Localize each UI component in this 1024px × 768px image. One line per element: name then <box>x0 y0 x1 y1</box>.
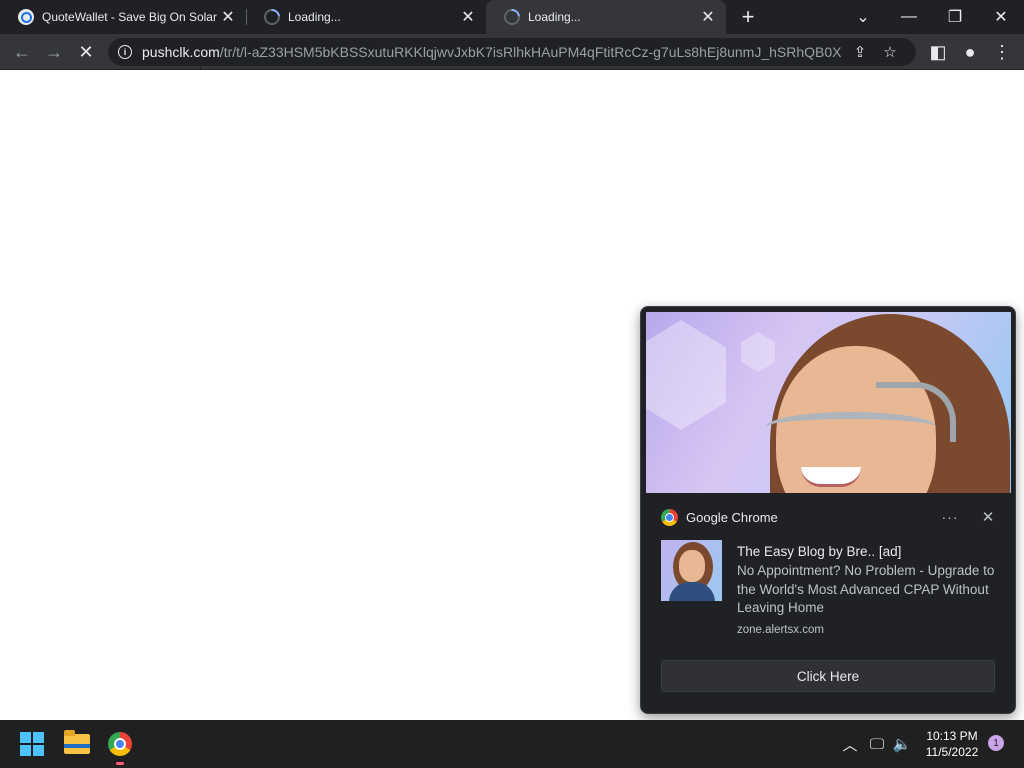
notification-close-icon[interactable]: ✕ <box>975 508 1001 526</box>
notification-app-name: Google Chrome <box>686 509 778 525</box>
hero-hexagon-small <box>741 332 775 372</box>
notification-header: Google Chrome ··· ✕ <box>661 507 1001 527</box>
hero-hexagon <box>646 320 726 430</box>
restore-button[interactable]: ❐ <box>932 0 978 34</box>
share-icon[interactable]: ⇪ <box>848 40 872 64</box>
loading-spinner-icon <box>260 5 284 29</box>
folder-icon <box>64 730 90 754</box>
notification-text[interactable]: The Easy Blog by Bre.. [ad] No Appointme… <box>737 543 1003 636</box>
quotewallet-favicon-icon <box>18 9 34 25</box>
minimize-button[interactable]: — <box>886 0 932 34</box>
url-text[interactable]: pushclk.com/tr/t/l-aZ33HSM5bKBSSxutuRKKl… <box>142 44 842 60</box>
menu-dots-icon[interactable]: ⋮ <box>988 38 1016 66</box>
file-explorer-button[interactable] <box>61 728 93 760</box>
tab-title: Loading... <box>528 10 581 24</box>
tab-strip: QuoteWallet - Save Big On Solar ✕ Loadin… <box>0 0 1024 34</box>
bookmark-star-icon[interactable]: ☆ <box>878 40 902 64</box>
notification-source: zone.alertsx.com <box>737 623 824 636</box>
chrome-notification-popup[interactable]: Google Chrome ··· ✕ The Easy Blog by Bre… <box>640 306 1016 714</box>
close-window-button[interactable]: ✕ <box>978 0 1024 34</box>
notification-count-badge[interactable]: 1 <box>988 735 1004 751</box>
tab-loading-1[interactable]: Loading... ✕ <box>246 0 486 34</box>
clock-date: 11/5/2022 <box>925 745 979 759</box>
back-arrow-icon[interactable]: ← <box>8 38 36 66</box>
notification-hero-image[interactable] <box>646 312 1011 493</box>
tab-close-icon[interactable]: ✕ <box>218 7 238 27</box>
tab-title: Loading... <box>288 10 341 24</box>
tab-close-icon[interactable]: ✕ <box>458 7 478 27</box>
tab-loading-2-active[interactable]: Loading... ✕ <box>486 0 726 34</box>
new-tab-button[interactable]: + <box>734 4 762 29</box>
chrome-logo-icon <box>661 508 678 526</box>
windows-logo-icon <box>20 732 44 756</box>
volume-icon[interactable]: 🔈 <box>892 732 912 756</box>
loading-spinner-icon <box>500 5 524 29</box>
hero-cpap-mask <box>766 412 936 442</box>
chrome-taskbar-button[interactable] <box>104 728 136 760</box>
thumb-face <box>679 550 705 582</box>
tab-title: QuoteWallet - Save Big On Solar <box>42 10 217 24</box>
forward-arrow-icon[interactable]: → <box>40 38 68 66</box>
notification-title: The Easy Blog by Bre.. [ad] <box>737 544 902 559</box>
site-info-icon[interactable]: i <box>118 45 132 59</box>
running-indicator <box>116 762 124 765</box>
address-bar[interactable]: i pushclk.com/tr/t/l-aZ33HSM5bKBSSxutuRK… <box>108 38 916 66</box>
side-panel-icon[interactable]: ◧ <box>924 38 952 66</box>
taskbar-clock[interactable]: 10:13 PM 11/5/2022 <box>914 728 990 760</box>
notification-body: No Appointment? No Problem - Upgrade to … <box>737 563 995 615</box>
thumb-body <box>669 582 715 601</box>
click-here-button[interactable]: Click Here <box>661 660 995 692</box>
network-icon[interactable]: 🖵 <box>866 732 888 756</box>
start-button[interactable] <box>16 728 48 760</box>
show-hidden-icons-chevron-icon[interactable]: ︿ <box>840 732 860 756</box>
profile-icon[interactable]: ● <box>956 38 984 66</box>
windows-taskbar: ︿ 🖵 🔈 10:13 PM 11/5/2022 <box>0 720 1024 768</box>
tab-quotewallet[interactable]: QuoteWallet - Save Big On Solar ✕ <box>0 0 246 34</box>
browser-toolbar: ← → ✕ i pushclk.com/tr/t/l-aZ33HSM5bKBSS… <box>0 34 1024 70</box>
tab-close-icon[interactable]: ✕ <box>698 7 718 27</box>
url-path: /tr/t/l-aZ33HSM5bKBSSxutuRKKlqjwvJxbK7is… <box>219 44 842 60</box>
clock-time: 10:13 PM <box>926 729 978 743</box>
more-options-icon[interactable]: ··· <box>937 509 963 525</box>
notification-thumbnail <box>661 540 722 601</box>
tab-search-chevron-icon[interactable]: ⌄ <box>840 0 886 34</box>
chrome-icon <box>108 732 132 756</box>
text-cursor-icon <box>200 56 201 69</box>
stop-loading-icon[interactable]: ✕ <box>72 38 100 66</box>
url-host: pushclk.com <box>142 44 220 60</box>
